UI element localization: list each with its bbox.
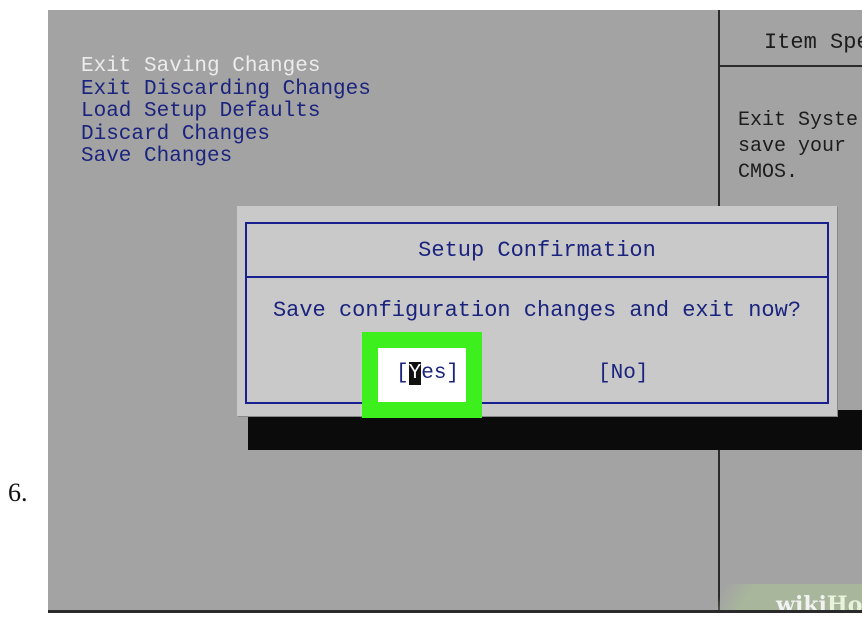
exit-menu: Exit Saving Changes Exit Discarding Chan… <box>81 55 371 169</box>
dialog-shadow <box>248 410 862 450</box>
bios-bottom-border <box>48 610 862 613</box>
dialog-title: Setup Confirmation <box>418 238 656 263</box>
menu-item-exit-discarding-changes[interactable]: Exit Discarding Changes <box>81 78 371 102</box>
help-header-divider <box>720 65 862 67</box>
help-line: CMOS. <box>738 161 799 184</box>
help-line: Exit Syste <box>738 109 859 132</box>
menu-item-load-setup-defaults[interactable]: Load Setup Defaults <box>81 100 371 124</box>
bios-screen: Item Spe Exit Syste save your CMOS. Exit… <box>48 10 862 610</box>
menu-item-save-changes[interactable]: Save Changes <box>81 145 371 169</box>
menu-item-exit-saving-changes[interactable]: Exit Saving Changes <box>81 55 371 79</box>
dialog-frame: Setup Confirmation Save configuration ch… <box>245 222 829 404</box>
help-panel-title: Item Spe <box>764 30 862 55</box>
dialog-message: Save configuration changes and exit now? <box>272 298 802 323</box>
setup-confirmation-dialog: Setup Confirmation Save configuration ch… <box>237 206 837 416</box>
watermark-how: How <box>826 592 862 610</box>
help-line: save your <box>738 135 847 158</box>
dialog-separator <box>247 276 827 278</box>
watermark-wiki: wiki <box>776 592 827 610</box>
yes-cursor-letter: Y <box>408 362 422 385</box>
yes-bracket-open: [ <box>396 362 409 385</box>
yes-button[interactable]: [Yes] <box>396 362 459 385</box>
menu-item-discard-changes[interactable]: Discard Changes <box>81 123 371 147</box>
no-button[interactable]: [No] <box>598 362 648 385</box>
step-number: 6. <box>8 478 28 507</box>
yes-label-rest: es] <box>421 362 460 385</box>
help-panel-text: Exit Syste save your CMOS. <box>738 108 858 186</box>
wikihow-watermark: wikiHow <box>776 592 862 610</box>
